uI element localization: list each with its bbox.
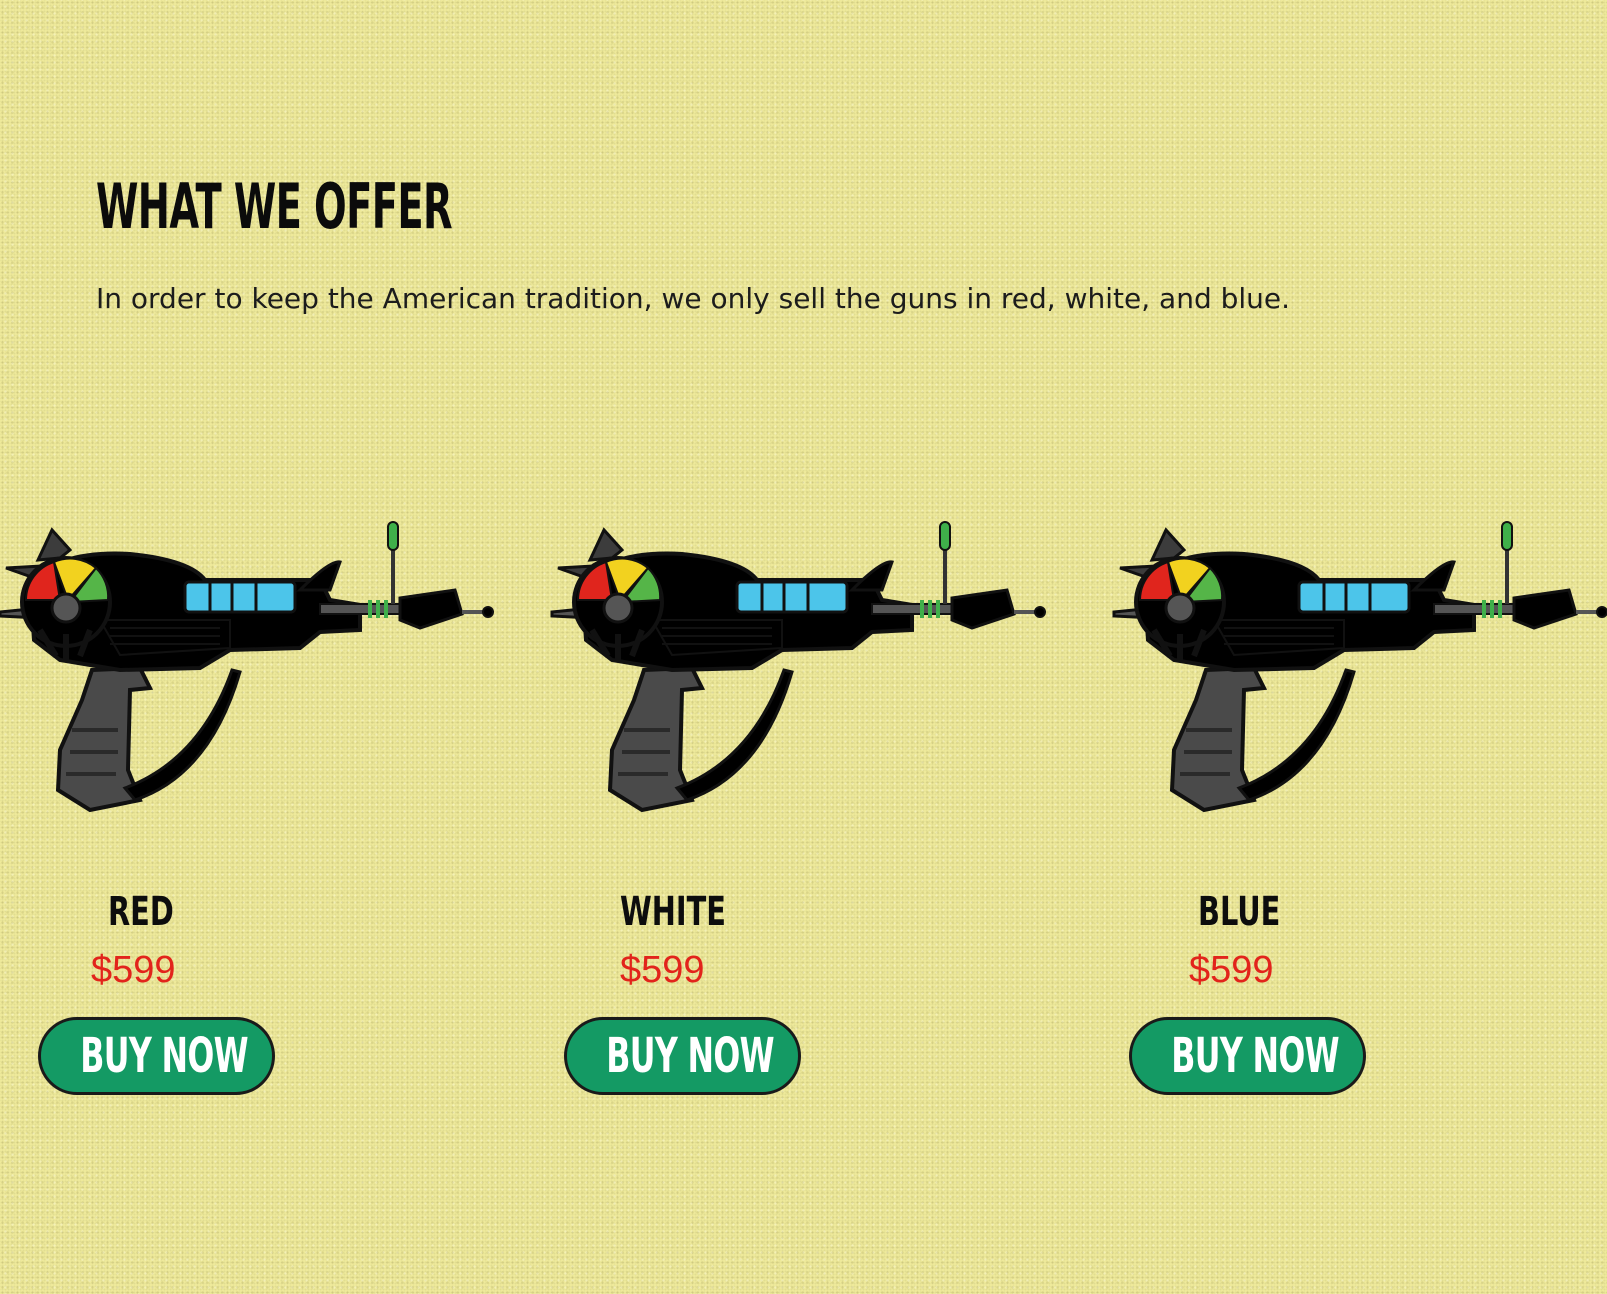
buy-now-label: BUY NOW [606,1028,774,1084]
buy-now-label: BUY NOW [80,1028,248,1084]
product-card-red: .g0 .tint{fill:#b3151b}.g0 .shade{fill:#… [0,520,520,1100]
product-name: WHITE [620,889,726,935]
buy-now-button-blue[interactable]: BUY NOW [1129,1017,1366,1095]
buy-now-label: BUY NOW [1171,1028,1339,1084]
white-raygun-image: .g1 .tint{fill:#eeebe0}.g1 .shade{fill:#… [552,520,1052,820]
product-price: $599 [620,949,705,991]
product-card-white: .g1 .tint{fill:#eeebe0}.g1 .shade{fill:#… [552,520,1072,1100]
buy-now-button-white[interactable]: BUY NOW [564,1017,801,1095]
buy-now-button-red[interactable]: BUY NOW [38,1017,275,1095]
product-name: BLUE [1198,889,1281,935]
section-title: WHAT WE OFFER [96,170,453,243]
red-raygun-image: .g0 .tint{fill:#b3151b}.g0 .shade{fill:#… [0,520,500,820]
product-price: $599 [1189,949,1274,991]
blue-raygun-image: .g2 .tint{fill:#1f4773}.g2 .shade{fill:#… [1114,520,1607,820]
product-name: RED [108,889,174,935]
product-card-blue: .g2 .tint{fill:#1f4773}.g2 .shade{fill:#… [1114,520,1607,1100]
product-price: $599 [91,949,176,991]
section-description: In order to keep the American tradition,… [96,282,1291,315]
